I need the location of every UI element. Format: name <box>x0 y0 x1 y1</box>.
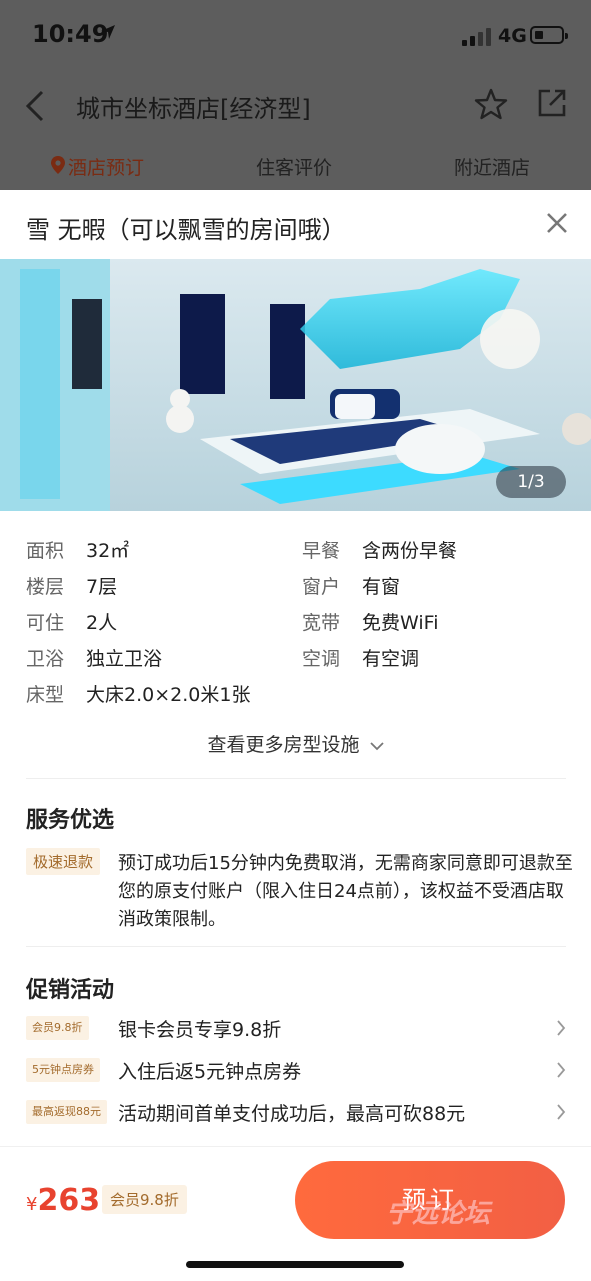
promo-text: 银卡会员专享9.8折 <box>118 1019 282 1041</box>
back-icon[interactable] <box>24 89 46 123</box>
promo-text: 活动期间首单支付成功后，最高可砍88元 <box>118 1103 466 1125</box>
facility-item: 窗户 有窗 <box>302 576 401 598</box>
chevron-down-icon <box>369 741 384 750</box>
nav-bar: 城市坐标酒店[经济型] <box>0 75 591 135</box>
favorite-star-icon[interactable] <box>474 87 508 121</box>
status-time: 10:49 <box>32 20 109 48</box>
divider <box>26 778 566 779</box>
booking-bar: ¥263 会员9.8折 预订 宁远论坛 <box>0 1146 591 1281</box>
member-discount-badge: 会员9.8折 <box>102 1185 187 1214</box>
service-badge: 极速退款 <box>26 848 101 875</box>
photo-counter: 1/3 <box>496 466 566 498</box>
watermark: 宁远论坛 <box>386 1199 491 1229</box>
share-icon[interactable] <box>536 87 568 119</box>
service-description: 预订成功后15分钟内免费取消，无需商家同意即可退款至您的原支付账户（限入住日24… <box>118 853 573 930</box>
facility-item: 楼层 7层 <box>26 576 118 598</box>
background-page: 10:49 4G 城市坐标酒店[经济型] 酒店预订 住客评价 附近酒店 <box>0 0 591 190</box>
facility-item: 空调 有空调 <box>302 648 420 670</box>
hotel-title: 城市坐标酒店[经济型] <box>76 95 311 123</box>
facility-item: 卫浴 独立卫浴 <box>26 648 163 670</box>
divider <box>26 946 566 947</box>
hotel-tabs: 酒店预订 住客评价 附近酒店 <box>0 145 591 189</box>
promo-badge: 会员9.8折 <box>26 1016 89 1040</box>
facility-item: 早餐 含两份早餐 <box>302 540 458 562</box>
chevron-right-icon <box>557 1020 566 1036</box>
facility-item: 面积 32㎡ <box>26 540 130 562</box>
promo-item[interactable]: 5元钟点房券 入住后返5元钟点房券 <box>0 1054 591 1088</box>
close-icon[interactable] <box>546 212 568 234</box>
room-title: 雪 无暇（可以飘雪的房间哦） <box>26 216 346 244</box>
battery-icon <box>530 26 568 44</box>
promo-text: 入住后返5元钟点房券 <box>118 1061 302 1083</box>
chevron-right-icon <box>557 1062 566 1078</box>
tab-booking[interactable]: 酒店预订 <box>68 153 144 180</box>
home-indicator <box>186 1261 404 1268</box>
more-facilities-link[interactable]: 查看更多房型设施 <box>0 730 591 757</box>
location-pin-icon <box>51 156 65 174</box>
location-arrow-icon <box>101 25 115 39</box>
chevron-right-icon <box>557 1104 566 1120</box>
status-bar: 10:49 4G <box>0 0 591 70</box>
promo-badge: 5元钟点房券 <box>26 1058 100 1082</box>
facility-item: 床型 大床2.0×2.0米1张 <box>26 684 251 706</box>
promo-badge: 最高返现88元 <box>26 1100 107 1124</box>
promo-item[interactable]: 会员9.8折 银卡会员专享9.8折 <box>0 1012 591 1046</box>
facility-item: 可住 2人 <box>26 612 118 634</box>
facility-item: 宽带 免费WiFi <box>302 612 439 634</box>
promo-item[interactable]: 最高返现88元 活动期间首单支付成功后，最高可砍88元 <box>0 1096 591 1130</box>
signal-icon <box>462 28 492 46</box>
price-currency: ¥ <box>26 1194 38 1215</box>
room-price: ¥263 <box>26 1183 100 1218</box>
room-detail-modal: 雪 无暇（可以飘雪的房间哦） 1/3 面积 32㎡ 早餐 含两份早餐 楼层 7层… <box>0 190 591 1280</box>
service-section-title: 服务优选 <box>26 808 115 833</box>
room-photo[interactable]: 1/3 <box>0 259 591 511</box>
tab-nearby[interactable]: 附近酒店 <box>454 153 530 180</box>
tab-reviews[interactable]: 住客评价 <box>256 153 332 180</box>
network-type: 4G <box>498 25 527 47</box>
price-value: 263 <box>37 1183 101 1218</box>
promo-section-title: 促销活动 <box>26 978 115 1003</box>
